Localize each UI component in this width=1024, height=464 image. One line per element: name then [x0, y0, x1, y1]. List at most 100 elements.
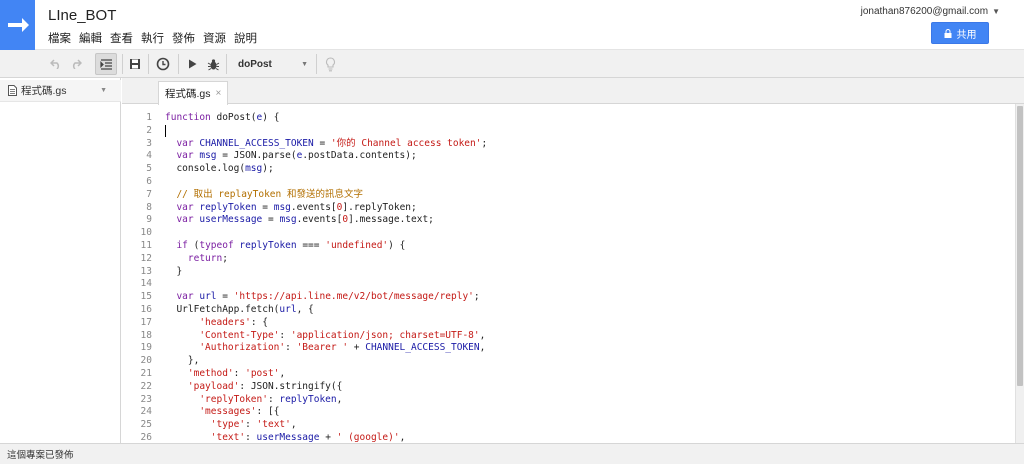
undo-icon[interactable] [48, 53, 64, 75]
code-token: var [176, 291, 200, 303]
tab-bar: 程式碼.gs × [122, 78, 1024, 105]
menu-run[interactable]: 執行 [141, 30, 169, 46]
code-token: if [176, 239, 194, 251]
code-token: , [279, 367, 286, 379]
indent-icon[interactable] [95, 53, 117, 75]
sidebar-file-label: 程式碼.gs [21, 85, 67, 97]
code-token: 'https://api.line.me/v2/bot/message/repl… [233, 291, 474, 303]
code-token: , [399, 431, 406, 443]
code-token: 'text' [256, 419, 291, 431]
toolbar-divider [178, 54, 179, 74]
code-line: } [165, 266, 487, 279]
code-token: : JSON.stringify({ [239, 380, 343, 392]
share-label: 共用 [956, 29, 977, 41]
menu-resources[interactable]: 資源 [203, 30, 231, 46]
function-select-value: doPost [238, 58, 272, 70]
menu-bar: 檔案 編輯 查看 執行 發佈 資源 說明 [48, 30, 265, 46]
code-token: 'payload' [187, 380, 240, 392]
code-token: return [187, 252, 223, 264]
code-token: var [176, 137, 200, 149]
code-line: var url = 'https://api.line.me/v2/bot/me… [165, 291, 487, 304]
toolbar-divider [122, 54, 123, 74]
status-bar: 這個專案已發佈 [0, 443, 1024, 464]
vertical-scrollbar[interactable] [1015, 104, 1024, 443]
code-line: 'type': 'text', [165, 419, 487, 432]
line-number: 8 [146, 201, 152, 213]
toolbar-divider [316, 54, 317, 74]
code-token: msg [199, 150, 217, 162]
code-token: ' (google)' [336, 431, 400, 443]
menu-edit[interactable]: 編輯 [79, 30, 107, 46]
code-token: } [165, 265, 183, 277]
code-token: ) { [262, 112, 280, 123]
run-icon[interactable] [184, 53, 200, 75]
code-token: 'undefined' [325, 239, 389, 251]
line-number: 9 [146, 214, 152, 226]
close-icon[interactable]: × [216, 88, 222, 99]
project-title[interactable]: LIne_BOT [48, 7, 116, 24]
code-token: msg [245, 163, 263, 175]
clock-icon[interactable] [153, 53, 173, 75]
caret-down-icon[interactable]: ▼ [100, 87, 107, 94]
code-line: 'messages': [{ [165, 406, 487, 419]
code-token: var [176, 201, 200, 213]
menu-help[interactable]: 說明 [234, 30, 262, 46]
code-token: ); [262, 163, 274, 175]
caret-down-icon: ▼ [992, 7, 1000, 16]
account-menu[interactable]: jonathan876200@gmail.com ▼ [861, 6, 1000, 17]
code-line: var replyToken = msg.events[0].replyToke… [165, 202, 487, 215]
code-token: url [279, 303, 297, 315]
line-number: 26 [140, 431, 152, 443]
function-select[interactable]: doPost ▼ [232, 53, 314, 75]
code-token: var [176, 150, 200, 162]
code-token: ].message.text; [348, 214, 434, 226]
code-token: CHANNEL_ACCESS_TOKEN [199, 137, 314, 149]
code-token: replyToken [199, 201, 257, 213]
tab-label: 程式碼.gs [165, 88, 211, 100]
tab-code-file[interactable]: 程式碼.gs × [158, 81, 229, 105]
menu-view[interactable]: 查看 [110, 30, 138, 46]
sidebar-file-item[interactable]: 程式碼.gs ▼ [0, 80, 121, 102]
code-token: typeof [199, 239, 240, 251]
line-number: 23 [140, 393, 152, 405]
save-icon[interactable] [126, 53, 144, 75]
app-logo[interactable] [0, 0, 35, 50]
code-line: UrlFetchApp.fetch(url, { [165, 304, 487, 317]
code-content[interactable]: function doPost(e) { var CHANNEL_ACCESS_… [165, 112, 487, 443]
code-token: , { [296, 303, 314, 315]
code-token: ; [222, 252, 228, 264]
code-line: 'replyToken': replyToken, [165, 394, 487, 407]
code-token: = [313, 137, 331, 149]
menu-publish[interactable]: 發佈 [172, 30, 200, 46]
code-token: : [233, 367, 246, 379]
debug-icon[interactable] [204, 53, 222, 75]
code-line: 'method': 'post', [165, 368, 487, 381]
code-token: + [348, 342, 366, 354]
code-line: 'Authorization': 'Bearer ' + CHANNEL_ACC… [165, 342, 487, 355]
code-token: = [256, 201, 274, 213]
lightbulb-icon[interactable] [321, 53, 339, 75]
code-editor[interactable]: 1 2 3 4 5 6 7 8 9 10 11 12 13 14 15 16 17 18 19 20 21 22 23 24 2… [122, 104, 1017, 443]
code-token: 'post' [245, 367, 280, 379]
scrollbar-thumb[interactable] [1017, 106, 1023, 386]
code-line: // 取出 replayToken 和發送的訊息文字 [165, 189, 487, 202]
code-token: + [319, 431, 337, 443]
line-number: 13 [140, 265, 152, 277]
share-button[interactable]: 共用 [931, 22, 989, 44]
code-token: === [296, 239, 326, 251]
code-token: 'Authorization' [199, 342, 286, 354]
redo-icon[interactable] [68, 53, 84, 75]
code-line: 'text': userMessage + ' (google)', [165, 432, 487, 443]
code-token: ; [473, 291, 480, 303]
menu-file[interactable]: 檔案 [48, 30, 76, 46]
